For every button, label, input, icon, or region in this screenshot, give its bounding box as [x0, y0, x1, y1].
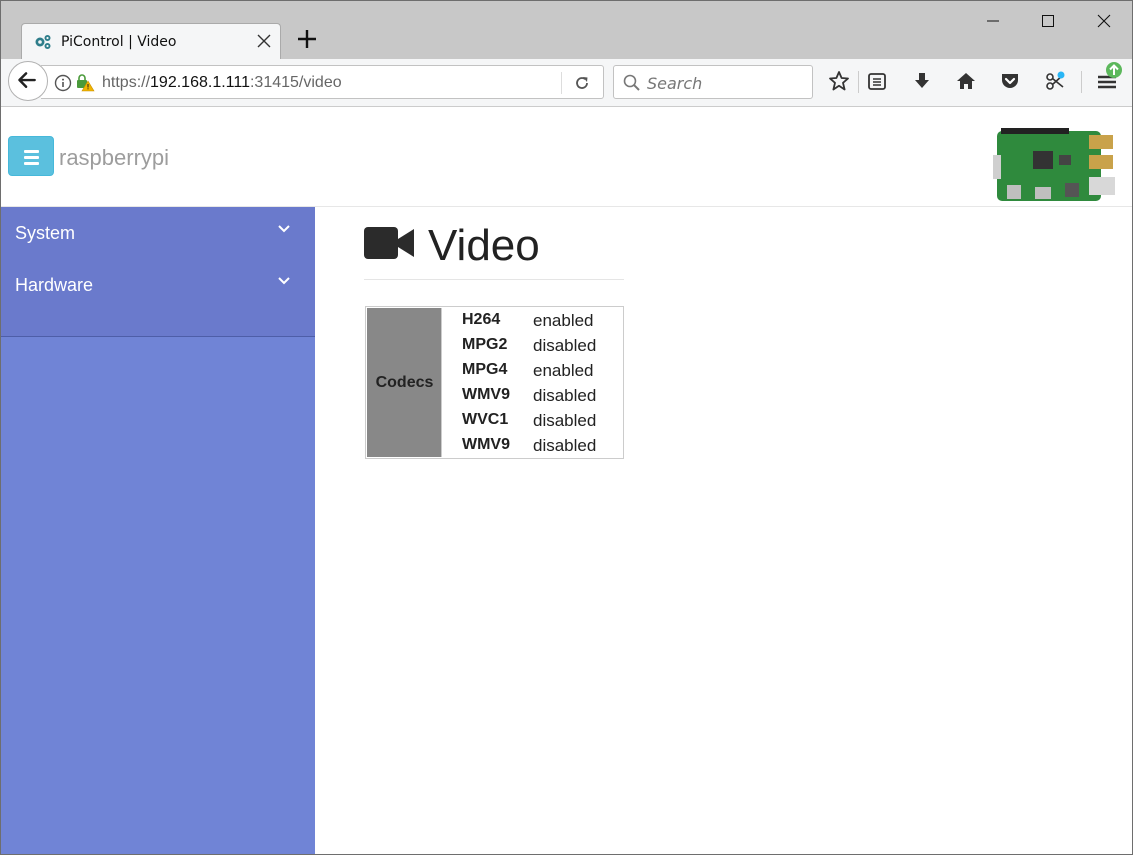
back-arrow-icon	[18, 72, 36, 88]
back-button[interactable]	[8, 61, 48, 101]
reload-icon[interactable]	[573, 74, 591, 92]
search-icon	[623, 74, 640, 91]
extension-icon[interactable]	[1043, 69, 1067, 93]
download-icon[interactable]	[910, 69, 934, 93]
table-row: MPG4 enabled	[462, 358, 622, 383]
video-camera-icon	[364, 227, 414, 259]
search-bar[interactable]	[613, 65, 813, 99]
sidebar-item-label: System	[15, 223, 76, 243]
toolbar-separator	[1081, 71, 1082, 93]
table-row: WMV9 disabled	[462, 383, 622, 408]
toolbar-separator	[858, 71, 859, 93]
chevron-down-icon	[278, 277, 290, 285]
home-icon[interactable]	[954, 69, 978, 93]
close-window-icon[interactable]	[1092, 9, 1116, 33]
codec-status: disabled	[533, 336, 597, 355]
bookmark-star-icon[interactable]	[827, 69, 851, 93]
codec-status: disabled	[533, 436, 597, 455]
update-badge-icon[interactable]	[1105, 61, 1123, 79]
maximize-icon[interactable]	[1036, 9, 1060, 33]
raspberry-pi-board-image	[993, 128, 1115, 201]
table-row: WVC1 disabled	[462, 408, 622, 433]
chevron-down-icon	[278, 225, 290, 233]
codec-status: disabled	[533, 411, 597, 430]
toggle-bar	[24, 156, 39, 159]
menu-toggle-button[interactable]	[8, 136, 54, 176]
insecure-lock-icon[interactable]	[75, 73, 95, 93]
codec-status: disabled	[533, 386, 597, 405]
tab-bar: PiControl | Video	[1, 1, 1132, 59]
pocket-icon[interactable]	[998, 69, 1022, 93]
search-input[interactable]	[647, 73, 807, 93]
page-header: raspberrypi	[1, 107, 1132, 207]
codec-name: WMV9	[462, 436, 510, 453]
toggle-bar	[24, 150, 39, 153]
sidebar: System Hardware	[1, 207, 315, 854]
table-row: H264 enabled	[462, 308, 622, 333]
address-bar[interactable]: https://192.168.1.111:31415/video	[41, 65, 604, 99]
close-tab-icon[interactable]	[255, 32, 273, 50]
sidebar-divider	[1, 311, 315, 337]
browser-tab[interactable]: PiControl | Video	[21, 23, 281, 59]
sidebar-item-hardware[interactable]: Hardware	[1, 259, 315, 311]
table-row: WMV9 disabled	[462, 433, 622, 458]
codec-name: MPG4	[462, 361, 508, 378]
gears-icon	[35, 35, 51, 49]
bookmarks-menu-icon[interactable]	[865, 69, 889, 93]
codec-name: MPG2	[462, 336, 508, 353]
sidebar-item-label: Hardware	[15, 275, 94, 295]
title-divider	[364, 279, 624, 280]
codecs-header-label: Codecs	[375, 374, 434, 391]
sidebar-item-system[interactable]: System	[1, 207, 315, 259]
main-content: Video Codecs H264 enabled MPG2 disabled …	[315, 207, 1132, 854]
url-separator	[561, 72, 562, 94]
codec-name: WMV9	[462, 386, 510, 403]
url-text: https://192.168.1.111:31415/video	[102, 74, 342, 92]
url-path: :31415/video	[249, 74, 342, 91]
codec-status: enabled	[533, 311, 594, 330]
codec-name: WVC1	[462, 411, 509, 428]
codec-status: enabled	[533, 361, 594, 380]
codecs-table: Codecs H264 enabled MPG2 disabled MPG4 e…	[365, 306, 624, 459]
tab-title: PiControl | Video	[61, 34, 177, 50]
codec-name: H264	[462, 311, 501, 328]
info-icon[interactable]	[54, 74, 72, 92]
url-scheme: https://	[102, 74, 151, 91]
toggle-bar	[24, 162, 39, 165]
new-tab-icon[interactable]	[294, 25, 320, 53]
brand-hostname: raspberrypi	[59, 145, 170, 170]
minimize-icon[interactable]	[981, 9, 1005, 33]
codecs-header-cell: Codecs	[367, 308, 442, 457]
url-host: 192.168.1.111	[150, 74, 250, 91]
table-row: MPG2 disabled	[462, 333, 622, 358]
navigation-toolbar: https://192.168.1.111:31415/video	[1, 59, 1132, 107]
page-title: Video	[428, 221, 540, 270]
browser-window: PiControl | Video https://192.168.1.111:…	[0, 0, 1133, 855]
